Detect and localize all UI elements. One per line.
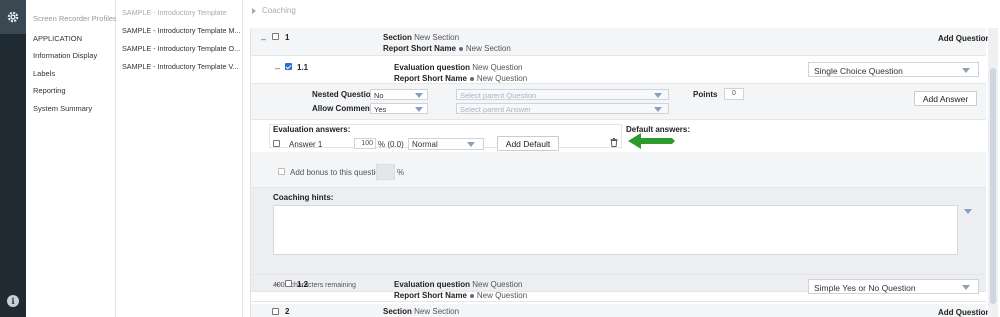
question-number: 1.1: [297, 63, 309, 72]
parent-question-placeholder: Select parent Question: [460, 91, 537, 100]
answer-level-value: Normal: [412, 140, 438, 149]
evaluation-question-label: Evaluation question: [394, 280, 471, 289]
section-number: 1: [285, 33, 290, 42]
allow-comments-value: Yes: [374, 105, 387, 114]
question-row: + 1.2 Evaluation question New Question R…: [251, 274, 986, 302]
chevron-down-icon: [415, 93, 423, 98]
allow-comments-label: Allow Comments: [312, 104, 377, 113]
info-dot-icon: [469, 293, 474, 298]
collapse-icon[interactable]: –: [261, 34, 266, 44]
question-options: Nested Question No Select parent Questio…: [251, 84, 986, 120]
left-rail: i: [0, 0, 26, 317]
expand-icon[interactable]: +: [275, 280, 280, 289]
chevron-down-icon: [962, 285, 970, 290]
chevron-down-icon: [654, 107, 662, 112]
answer-percent-suffix: % (0.0): [378, 140, 404, 149]
gear-icon[interactable]: [0, 0, 26, 34]
parent-question-select[interactable]: Select parent Question: [456, 89, 669, 100]
add-question-button[interactable]: Add Question: [938, 308, 990, 317]
bonus-percent-suffix: %: [397, 168, 405, 177]
nav-item-screen-recorder-profiles[interactable]: Screen Recorder Profiles: [33, 14, 117, 23]
section-label: Section: [383, 33, 412, 42]
coaching-hints-textarea[interactable]: [273, 205, 958, 255]
breadcrumb: Coaching: [252, 6, 296, 15]
allow-comments-select[interactable]: Yes: [370, 103, 428, 114]
question-checkbox[interactable]: [285, 280, 292, 287]
section-checkbox[interactable]: [272, 33, 279, 40]
question-editor: – 1 Section New Section Report Short Nam…: [250, 28, 990, 317]
scrollbar-thumb[interactable]: [990, 68, 996, 304]
collapse-icon[interactable]: –: [275, 63, 280, 73]
report-short-name-value[interactable]: New Question: [477, 74, 527, 83]
answer-label[interactable]: Answer 1: [289, 140, 322, 149]
template-list: SAMPLE - Introductory Template SAMPLE - …: [116, 0, 243, 317]
answers-area: Evaluation answers: Default answers: Ans…: [251, 120, 986, 152]
question-type-select[interactable]: Single Choice Question: [808, 62, 979, 77]
chevron-down-icon: [467, 142, 475, 147]
section-value[interactable]: New Section: [414, 33, 459, 42]
add-answer-button[interactable]: Add Answer: [914, 91, 977, 106]
nav-item-system-summary[interactable]: System Summary: [33, 104, 92, 113]
nav-item-reporting[interactable]: Reporting: [33, 86, 66, 95]
report-short-name-label: Report Short Name: [394, 291, 467, 300]
chevron-down-icon: [415, 107, 423, 112]
report-short-name-label: Report Short Name: [383, 44, 456, 53]
report-short-name-value[interactable]: New Question: [477, 291, 527, 300]
question-number: 1.2: [297, 280, 309, 289]
section-number: 2: [285, 307, 290, 316]
play-icon: [252, 7, 256, 14]
question-row: – 1.1 Evaluation question New Question R…: [251, 58, 986, 84]
chevron-down-icon: [962, 68, 970, 73]
info-icon[interactable]: i: [7, 295, 19, 307]
section-value[interactable]: New Section: [414, 307, 459, 316]
arrow-left-icon: [628, 133, 675, 149]
chevron-down-icon: [654, 93, 662, 98]
points-label: Points: [693, 90, 718, 99]
answer-level-select[interactable]: Normal: [408, 138, 484, 150]
report-short-name-label: Report Short Name: [394, 74, 467, 83]
question-type-value: Simple Yes or No Question: [814, 283, 916, 293]
nested-question-label: Nested Question: [312, 90, 376, 99]
add-question-button[interactable]: Add Question: [938, 34, 990, 43]
evaluation-question-value[interactable]: New Question: [472, 63, 522, 72]
section-row: 2 Section New Section Add Question: [251, 304, 990, 317]
question-type-select[interactable]: Simple Yes or No Question: [808, 279, 979, 294]
template-item[interactable]: SAMPLE - Introductory Template V...: [122, 62, 242, 71]
question-type-value: Single Choice Question: [814, 66, 903, 76]
nested-question-select[interactable]: No: [370, 89, 428, 100]
answer-checkbox[interactable]: [273, 140, 280, 147]
parent-answer-placeholder: Select parent Answer: [460, 105, 531, 114]
info-dot-icon: [458, 46, 463, 51]
question-checkbox[interactable]: [285, 63, 292, 70]
template-item[interactable]: SAMPLE - Introductory Template: [122, 8, 242, 17]
points-input[interactable]: 0: [724, 88, 744, 100]
bonus-checkbox[interactable]: [278, 168, 285, 175]
coaching-hints-label: Coaching hints:: [273, 193, 334, 202]
bonus-row: Add bonus to this question: %: [251, 152, 986, 188]
trash-icon[interactable]: [610, 138, 618, 149]
breadcrumb-label[interactable]: Coaching: [262, 6, 296, 15]
bonus-label: Add bonus to this question:: [290, 168, 387, 177]
evaluation-answers-label: Evaluation answers:: [273, 125, 351, 134]
nav-item-information-display[interactable]: Information Display: [33, 51, 97, 60]
parent-answer-select[interactable]: Select parent Answer: [456, 103, 669, 114]
nav-item-application[interactable]: APPLICATION: [33, 34, 82, 43]
add-default-button[interactable]: Add Default: [497, 136, 559, 151]
bonus-input[interactable]: [376, 164, 395, 180]
evaluation-question-label: Evaluation question: [394, 63, 471, 72]
info-dot-icon: [469, 76, 474, 81]
report-short-name-value[interactable]: New Section: [466, 44, 511, 53]
template-item[interactable]: SAMPLE - Introductory Template O...: [122, 44, 242, 53]
settings-nav: Screen Recorder Profiles APPLICATION Inf…: [26, 0, 117, 317]
section-label: Section: [383, 307, 412, 316]
nav-item-labels[interactable]: Labels: [33, 69, 55, 78]
evaluation-question-value[interactable]: New Question: [472, 280, 522, 289]
chevron-down-icon[interactable]: [964, 209, 972, 214]
nested-question-value: No: [374, 91, 384, 100]
section-row: – 1 Section New Section Report Short Nam…: [251, 28, 990, 56]
section-checkbox[interactable]: [272, 308, 279, 315]
answer-percent-input[interactable]: 100: [354, 138, 376, 149]
template-item[interactable]: SAMPLE - Introductory Template M...: [122, 26, 242, 35]
